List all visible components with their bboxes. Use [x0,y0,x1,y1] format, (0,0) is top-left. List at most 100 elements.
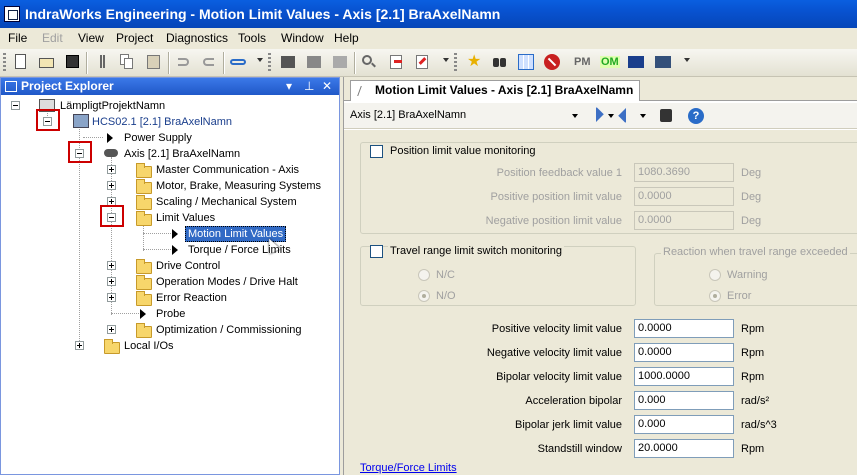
menu-help[interactable]: Help [334,31,359,45]
menu-tools[interactable]: Tools [238,31,266,45]
binoculars-icon[interactable] [491,53,509,71]
nc-radio[interactable] [418,269,430,281]
positive-position-limit-field[interactable]: 0.0000 [634,187,734,206]
positive-velocity-limit-field[interactable]: 0.0000 [634,319,734,338]
standstill-window-field[interactable]: 20.0000 [634,439,734,458]
redo-icon[interactable] [200,53,218,71]
expand-toggle-operation-modes[interactable] [107,277,116,286]
no-radio[interactable] [418,290,430,302]
open-project-icon[interactable] [38,53,56,71]
negative-velocity-limit-field[interactable]: 0.0000 [634,343,734,362]
tab-motion-limit-values[interactable]: Motion Limit Values - Axis [2.1] BraAxel… [350,80,641,101]
toolbar-dropdown-icon[interactable] [443,58,449,62]
chevron-down-icon[interactable] [608,114,614,118]
stop-icon[interactable] [543,53,561,71]
undo-icon[interactable] [175,53,193,71]
help-icon[interactable]: ? [688,108,704,124]
travel-range-checkbox[interactable] [370,245,383,258]
tree-node-limit-values[interactable]: Limit Values [156,211,215,225]
save-icon[interactable] [64,53,82,71]
toolbar-separator [354,52,356,74]
collapse-toggle-axis[interactable] [75,149,84,158]
bipolar-jerk-limit-field[interactable]: 0.000 [634,415,734,434]
expand-toggle-master-comm[interactable] [107,165,116,174]
dropdown-arrow-icon[interactable]: ▾ [286,79,292,93]
project-tree: LämpligtProjektNamn HCS02.1 [2.1] BraAxe… [1,96,339,474]
menu-window[interactable]: Window [281,31,324,45]
nc-radio-label: N/C [436,269,455,281]
device-settings-icon[interactable] [660,109,672,122]
export-icon[interactable] [414,53,432,71]
paste-icon[interactable] [145,53,163,71]
menu-project[interactable]: Project [116,31,153,45]
tree-node-project[interactable]: LämpligtProjektNamn [60,99,165,113]
toolbar-dropdown-icon[interactable] [684,58,690,62]
position-monitoring-checkbox[interactable] [370,145,383,158]
tree-node-axis[interactable]: Axis [2.1] BraAxelNamn [124,147,240,161]
tree-node-motor[interactable]: Motor, Brake, Measuring Systems [156,179,321,193]
menu-diagnostics[interactable]: Diagnostics [166,31,228,45]
chevron-down-icon[interactable] [640,114,646,118]
search-icon[interactable] [360,53,378,71]
expand-toggle-motor[interactable] [107,181,116,190]
folder-icon [104,339,120,354]
copy-icon[interactable] [118,53,136,71]
parameter-mode-icon[interactable] [627,53,645,71]
axis-select[interactable]: Axis [2.1] BraAxelNamn [350,109,466,121]
position-feedback-field[interactable]: 1080.3690 [634,163,734,182]
tree-node-master-comm[interactable]: Master Communication - Axis [156,163,299,177]
favorite-star-icon[interactable]: ★ [466,53,484,71]
collapse-toggle-device[interactable] [43,117,52,126]
close-icon[interactable]: ✕ [322,79,332,93]
negative-position-limit-field[interactable]: 0.0000 [634,211,734,230]
tree-node-scaling[interactable]: Scaling / Mechanical System [156,195,297,209]
menu-file[interactable]: File [8,31,27,45]
navigate-up-icon[interactable] [588,107,604,123]
warning-radio[interactable] [709,269,721,281]
menu-view[interactable]: View [78,31,104,45]
new-project-icon[interactable] [12,53,30,71]
acceleration-bipolar-field[interactable]: 0.000 [634,391,734,410]
tree-node-local-io[interactable]: Local I/Os [124,339,174,353]
pin-icon[interactable]: ⊥ [304,79,314,93]
compare-icon[interactable] [331,53,349,71]
toolbar-grip[interactable] [3,53,6,73]
bipolar-velocity-limit-field[interactable]: 1000.0000 [634,367,734,386]
expand-toggle-optimization[interactable] [107,325,116,334]
pm-button[interactable]: PM [574,56,591,68]
parameter-list-icon[interactable] [654,53,672,71]
node-arrow-icon [140,309,146,319]
expand-toggle-drive-control[interactable] [107,261,116,270]
toolbar-grip[interactable] [454,53,457,73]
collapse-toggle-project[interactable] [11,101,20,110]
upload-icon[interactable] [305,53,323,71]
tree-node-probe[interactable]: Probe [156,307,185,321]
cut-icon[interactable] [94,53,112,71]
navigate-down-icon[interactable] [618,107,634,123]
toolbar-dropdown-icon[interactable] [257,58,263,62]
axis-icon [104,149,118,157]
grid-view-icon[interactable] [517,53,535,71]
tree-node-drive-control[interactable]: Drive Control [156,259,220,273]
folder-icon [136,291,152,306]
expand-toggle-error-reaction[interactable] [107,293,116,302]
unit-label: Deg [741,191,762,203]
expand-toggle-local-io[interactable] [75,341,84,350]
tree-node-optimization[interactable]: Optimization / Commissioning [156,323,302,337]
tree-node-device[interactable]: HCS02.1 [2.1] BraAxelNamn [92,115,232,129]
collapse-toggle-limit-values[interactable] [107,213,116,222]
tree-node-operation-modes[interactable]: Operation Modes / Drive Halt [156,275,298,289]
error-radio[interactable] [709,290,721,302]
import-icon[interactable] [388,53,406,71]
torque-force-limits-link[interactable]: Torque/Force Limits [360,462,457,474]
download-icon[interactable] [279,53,297,71]
tree-node-error-reaction[interactable]: Error Reaction [156,291,227,305]
chevron-down-icon[interactable] [572,114,578,118]
online-offline-icon[interactable] [229,53,247,71]
menu-edit[interactable]: Edit [42,31,63,45]
tree-node-power-supply[interactable]: Power Supply [124,131,192,145]
toolbar-grip[interactable] [268,53,271,73]
app-icon[interactable] [4,6,20,22]
tree-node-torque-force-limits[interactable]: Torque / Force Limits [188,243,291,257]
om-button[interactable]: OM [600,56,620,68]
